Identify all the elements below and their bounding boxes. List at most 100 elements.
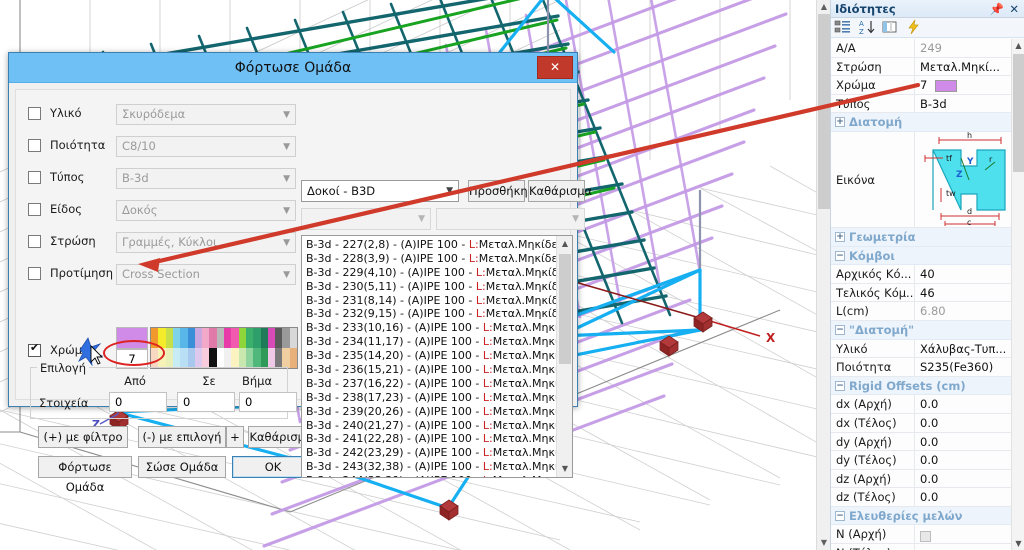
list-item[interactable]: B-3d - 234(11,17) - (A)IPE 100 - L:Μεταλ…	[306, 335, 556, 349]
filter-combo-strosi[interactable]: Γραμμές, Κύκλοι ▼	[116, 232, 296, 253]
list-item[interactable]: B-3d - 229(4,10) - (A)IPE 100 - L:Μεταλ.…	[306, 266, 556, 280]
property-value[interactable]	[915, 544, 1011, 550]
palette-swatch[interactable]	[267, 328, 276, 348]
sort-alpha-icon[interactable]: A Z	[858, 19, 878, 37]
property-row[interactable]: dx (Τέλος) 0.0	[831, 413, 1011, 433]
filter-checkbox-typos[interactable]	[28, 171, 41, 184]
selection-from-input[interactable]: 0	[109, 392, 167, 412]
property-value[interactable]: 0.0	[915, 395, 1011, 413]
palette-swatch[interactable]	[216, 348, 224, 368]
list-item[interactable]: B-3d - 244(33,39) - (A)IPE 100 - L:Μεταλ…	[306, 474, 556, 477]
viewport-scroll-down-icon[interactable]: ▼	[817, 536, 830, 550]
palette-swatch[interactable]	[209, 348, 217, 368]
property-row[interactable]: dx (Αρχή) 0.0	[831, 395, 1011, 414]
collapse-icon[interactable]: −	[835, 324, 845, 335]
sub-combo-left[interactable]: ▼	[301, 208, 431, 230]
palette-swatch[interactable]	[158, 328, 166, 348]
list-item[interactable]: B-3d - 228(3,9) - (A)IPE 100 - L:Μεταλ.Μ…	[306, 252, 556, 266]
filter-combo-poiotita[interactable]: C8/10 ▼	[116, 136, 296, 157]
property-group[interactable]: − Rigid Offsets (cm)	[831, 376, 1011, 396]
palette-swatch[interactable]	[231, 328, 239, 348]
color-palette[interactable]	[150, 327, 298, 369]
list-item[interactable]: B-3d - 238(17,23) - (A)IPE 100 - L:Μεταλ…	[306, 391, 556, 405]
filter-combo-protimisi[interactable]: Cross Section ▼	[116, 264, 296, 285]
expand-icon[interactable]: +	[835, 117, 845, 128]
property-row[interactable]: N (Τέλος)	[831, 544, 1011, 550]
color-index-input[interactable]: 7	[116, 349, 148, 369]
property-row[interactable]: A/A 249	[831, 39, 1011, 58]
add-button[interactable]: Προσθήκη	[468, 180, 528, 202]
property-value[interactable]: B-3d	[915, 95, 1011, 113]
listbox-scrollbar[interactable]: ▲ ▼	[556, 236, 572, 477]
filter-checkbox-poiotita[interactable]	[28, 139, 41, 152]
palette-swatch[interactable]	[165, 328, 173, 348]
palette-swatch[interactable]	[187, 328, 195, 348]
props-scroll-up-icon[interactable]: ▲	[1012, 39, 1024, 52]
palette-swatch[interactable]	[253, 328, 261, 348]
property-row[interactable]: dz (Τέλος) 0.0	[831, 488, 1011, 507]
palette-swatch[interactable]	[216, 328, 224, 348]
property-value[interactable]: 40	[915, 265, 1011, 283]
element-type-combo[interactable]: Δοκοί - B3D ▼	[301, 180, 459, 202]
collapse-icon[interactable]: −	[835, 380, 845, 391]
palette-swatch[interactable]	[231, 348, 239, 368]
palette-swatch[interactable]	[202, 328, 210, 348]
filter-checkbox-yliko[interactable]	[28, 107, 41, 120]
collapse-icon[interactable]: −	[835, 510, 845, 521]
property-row[interactable]: Τελικός Κόμ... 46	[831, 283, 1011, 303]
element-listbox[interactable]: B-3d - 227(2,8) - (A)IPE 100 - L:Μεταλ.Μ…	[301, 235, 573, 478]
property-value[interactable]: S235(Fe360)	[915, 358, 1011, 376]
property-group[interactable]: − "Διατομή"	[831, 320, 1011, 340]
list-scroll-up-icon[interactable]: ▲	[557, 236, 572, 252]
property-row[interactable]: dy (Τέλος) 0.0	[831, 451, 1011, 470]
palette-swatch[interactable]	[275, 328, 283, 348]
property-row[interactable]: Ποιότητα S235(Fe360)	[831, 358, 1011, 377]
property-value[interactable]: 7	[915, 76, 1011, 94]
property-row[interactable]: Τύπος B-3d	[831, 94, 1011, 114]
property-checkbox[interactable]	[920, 530, 931, 542]
property-row[interactable]: N (Αρχή)	[831, 525, 1011, 545]
palette-swatch[interactable]	[224, 348, 232, 368]
list-item[interactable]: B-3d - 232(9,15) - (A)IPE 100 - L:Μεταλ.…	[306, 307, 556, 321]
property-value[interactable]: 249	[915, 39, 1011, 57]
list-item[interactable]: B-3d - 231(8,14) - (A)IPE 100 - L:Μεταλ.…	[306, 294, 556, 308]
plus-button[interactable]: +	[226, 426, 244, 448]
palette-swatch[interactable]	[245, 328, 254, 348]
palette-swatch[interactable]	[282, 348, 290, 368]
selection-to-input[interactable]: 0	[177, 392, 235, 412]
property-value[interactable]	[915, 525, 1011, 543]
palette-swatch[interactable]	[275, 348, 283, 368]
palette-swatch[interactable]	[151, 328, 159, 348]
palette-swatch[interactable]	[202, 348, 210, 368]
load-group-button[interactable]: Φόρτωσε Ομάδα	[38, 456, 132, 494]
property-value[interactable]: Μεταλ.Μηκί...	[915, 58, 1011, 76]
save-group-button[interactable]: Σώσε Ομάδα	[138, 456, 226, 478]
color-swatch[interactable]	[935, 79, 958, 92]
color-checkbox[interactable]	[28, 341, 41, 357]
filter-checkbox-protimisi[interactable]	[28, 267, 41, 280]
list-item[interactable]: B-3d - 233(10,16) - (A)IPE 100 - L:Μεταλ…	[306, 321, 556, 335]
property-row[interactable]: Χρώμα 7	[831, 76, 1011, 95]
property-group[interactable]: + Διατομή	[831, 113, 1011, 132]
property-pages-icon[interactable]	[881, 19, 901, 37]
property-value[interactable]: Χάλυβας-Τυπ...	[915, 340, 1011, 358]
property-group[interactable]: + Γεωμετρία	[831, 227, 1011, 247]
categorized-icon[interactable]	[834, 19, 854, 37]
palette-swatch[interactable]	[224, 328, 232, 348]
minus-with-selection-button[interactable]: (-) με επιλογή	[138, 426, 226, 448]
property-row[interactable]: dy (Αρχή) 0.0	[831, 432, 1011, 452]
palette-swatch[interactable]	[267, 348, 276, 368]
palette-swatch[interactable]	[158, 348, 166, 368]
palette-swatch[interactable]	[194, 348, 203, 368]
color-current-swatch[interactable]	[116, 327, 148, 349]
sub-combo-right[interactable]: ▼	[436, 208, 585, 230]
palette-swatch[interactable]	[282, 328, 290, 348]
list-item[interactable]: B-3d - 230(5,11) - (A)IPE 100 - L:Μεταλ.…	[306, 280, 556, 294]
palette-swatch[interactable]	[194, 328, 203, 348]
list-item[interactable]: B-3d - 240(21,27) - (A)IPE 100 - L:Μεταλ…	[306, 419, 556, 433]
element-list-items[interactable]: B-3d - 227(2,8) - (A)IPE 100 - L:Μεταλ.Μ…	[302, 236, 556, 477]
props-scroll-down-icon[interactable]: ▼	[1012, 537, 1024, 550]
collapse-icon[interactable]: −	[835, 250, 845, 261]
filter-checkbox-eidos[interactable]	[28, 203, 41, 216]
list-item[interactable]: B-3d - 236(15,21) - (A)IPE 100 - L:Μεταλ…	[306, 363, 556, 377]
